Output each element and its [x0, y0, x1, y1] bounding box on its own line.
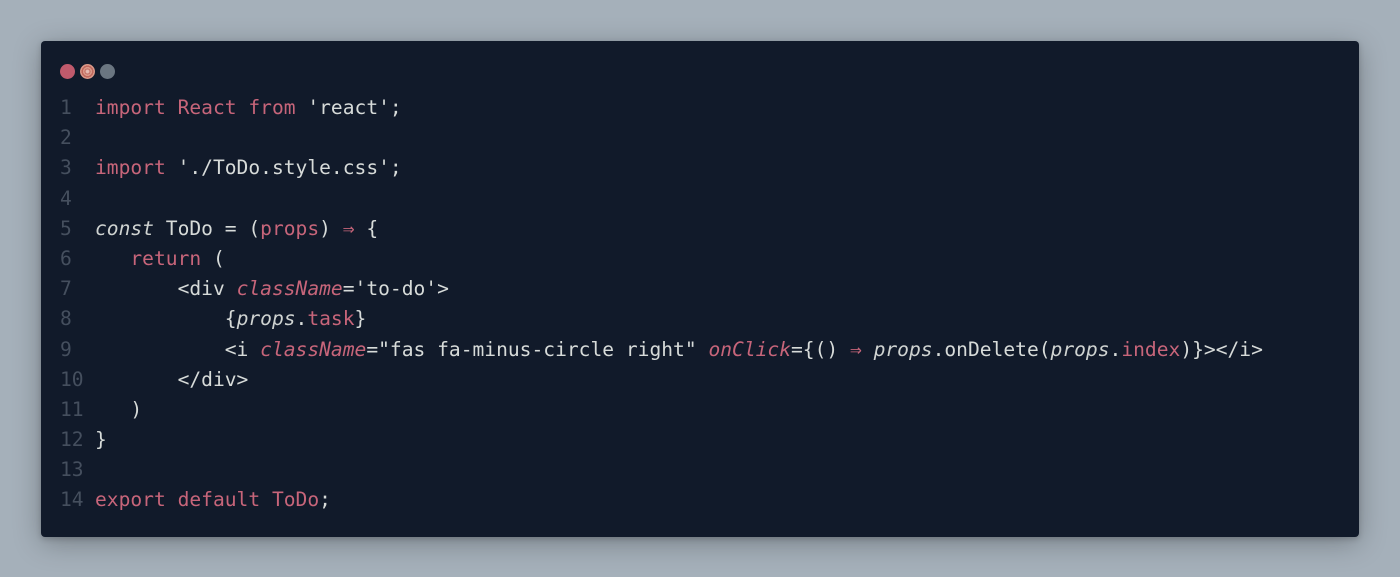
- code-token: <i: [95, 337, 261, 361]
- code-token: ): [319, 216, 343, 240]
- code-line: 5 const ToDo = (props) ⇒ {: [41, 214, 1359, 244]
- code-line: 2: [41, 123, 1359, 153]
- code-token: props: [260, 216, 320, 240]
- line-number: 11: [60, 397, 84, 421]
- code-token: 'react';: [295, 96, 402, 119]
- line-number: 5: [60, 216, 72, 240]
- line-source: <div className='to-do'>: [95, 274, 449, 304]
- code-token: ="fas fa-minus-circle right": [366, 337, 709, 361]
- line-number: 9: [60, 337, 72, 361]
- line-number: 7: [60, 277, 72, 301]
- code-token: return: [130, 246, 202, 270]
- code-line: 9 <i className="fas fa-minus-circle righ…: [41, 335, 1359, 365]
- line-number: 10: [60, 367, 84, 391]
- code-token: export: [95, 488, 166, 512]
- line-source: import React from 'react';: [95, 93, 402, 123]
- code-token: </div>: [95, 367, 249, 391]
- code-token: }: [95, 428, 107, 452]
- window-controls: [60, 63, 115, 79]
- code-token: import: [95, 156, 166, 180]
- code-line: 6 return (: [41, 244, 1359, 274]
- close-dot-icon[interactable]: [60, 63, 75, 79]
- code-token: ='to-do'>: [342, 277, 449, 301]
- code-token: <div: [95, 277, 237, 301]
- code-line: 8 {props.task}: [41, 304, 1359, 334]
- code-token: ): [95, 397, 143, 421]
- code-token: React: [177, 96, 237, 119]
- line-source: <i className="fas fa-minus-circle right"…: [95, 335, 1263, 365]
- code-line: 13: [41, 455, 1359, 485]
- code-token: import: [95, 96, 166, 119]
- line-source: const ToDo = (props) ⇒ {: [95, 214, 378, 244]
- line-number: 13: [60, 458, 84, 482]
- code-token: ={(): [791, 337, 850, 361]
- code-token: ;: [319, 488, 331, 512]
- code-line: 12}: [41, 425, 1359, 455]
- code-line: 3 import './ToDo.style.css';: [41, 153, 1359, 183]
- line-number: 3: [60, 156, 72, 180]
- line-source: import './ToDo.style.css';: [95, 153, 402, 183]
- code-token: {: [354, 216, 379, 240]
- code-token: props: [873, 337, 933, 361]
- line-number: 12: [60, 428, 84, 452]
- line-source: return (: [95, 244, 225, 274]
- code-token: {: [95, 307, 237, 331]
- code-block: 1 import React from 'react'; 2 3 import './T…: [41, 93, 1359, 516]
- code-token: .: [295, 307, 308, 331]
- code-token: ⇒: [342, 216, 355, 240]
- code-line: 1 import React from 'react';: [41, 93, 1359, 123]
- code-window: 1 import React from 'react'; 2 3 import './T…: [41, 41, 1359, 537]
- line-number: 14: [60, 488, 84, 512]
- code-token: onClick: [708, 337, 792, 361]
- code-token: ToDo = (: [153, 216, 261, 240]
- line-number: 1: [60, 96, 72, 119]
- code-token: from: [248, 96, 296, 119]
- code-token: task: [307, 307, 355, 331]
- code-token: ToDo: [271, 488, 320, 512]
- code-token: const: [95, 216, 154, 240]
- line-source: export default ToDo;: [95, 485, 331, 515]
- code-line: 4: [41, 184, 1359, 214]
- code-line: 7 <div className='to-do'>: [41, 274, 1359, 304]
- code-token: default: [177, 488, 261, 512]
- code-token: './ToDo.style.css';: [165, 156, 402, 180]
- line-source: ): [95, 395, 142, 425]
- code-token: )}></i>: [1180, 337, 1263, 361]
- line-source: </div>: [95, 365, 249, 395]
- code-token: (: [201, 246, 225, 270]
- code-token: props: [1050, 337, 1110, 361]
- code-token: .onDelete(: [932, 337, 1051, 361]
- code-token: }: [354, 307, 367, 331]
- line-number: 6: [60, 246, 72, 270]
- code-token: props: [236, 307, 296, 331]
- line-source: {props.task}: [95, 304, 367, 334]
- code-token: .: [1109, 337, 1122, 361]
- minimize-dot-icon[interactable]: [80, 63, 95, 79]
- code-token: className: [236, 277, 343, 301]
- code-token: className: [260, 337, 367, 361]
- line-source: }: [95, 425, 107, 455]
- code-line: 11 ): [41, 395, 1359, 425]
- code-line: 10 </div>: [41, 365, 1359, 395]
- line-number: 4: [60, 186, 72, 210]
- line-number: 2: [60, 126, 72, 150]
- code-line: 14 export default ToDo;: [41, 485, 1359, 515]
- code-token: ⇒: [850, 337, 862, 361]
- maximize-dot-icon[interactable]: [100, 63, 115, 79]
- line-number: 8: [60, 307, 72, 331]
- code-token: index: [1121, 337, 1181, 361]
